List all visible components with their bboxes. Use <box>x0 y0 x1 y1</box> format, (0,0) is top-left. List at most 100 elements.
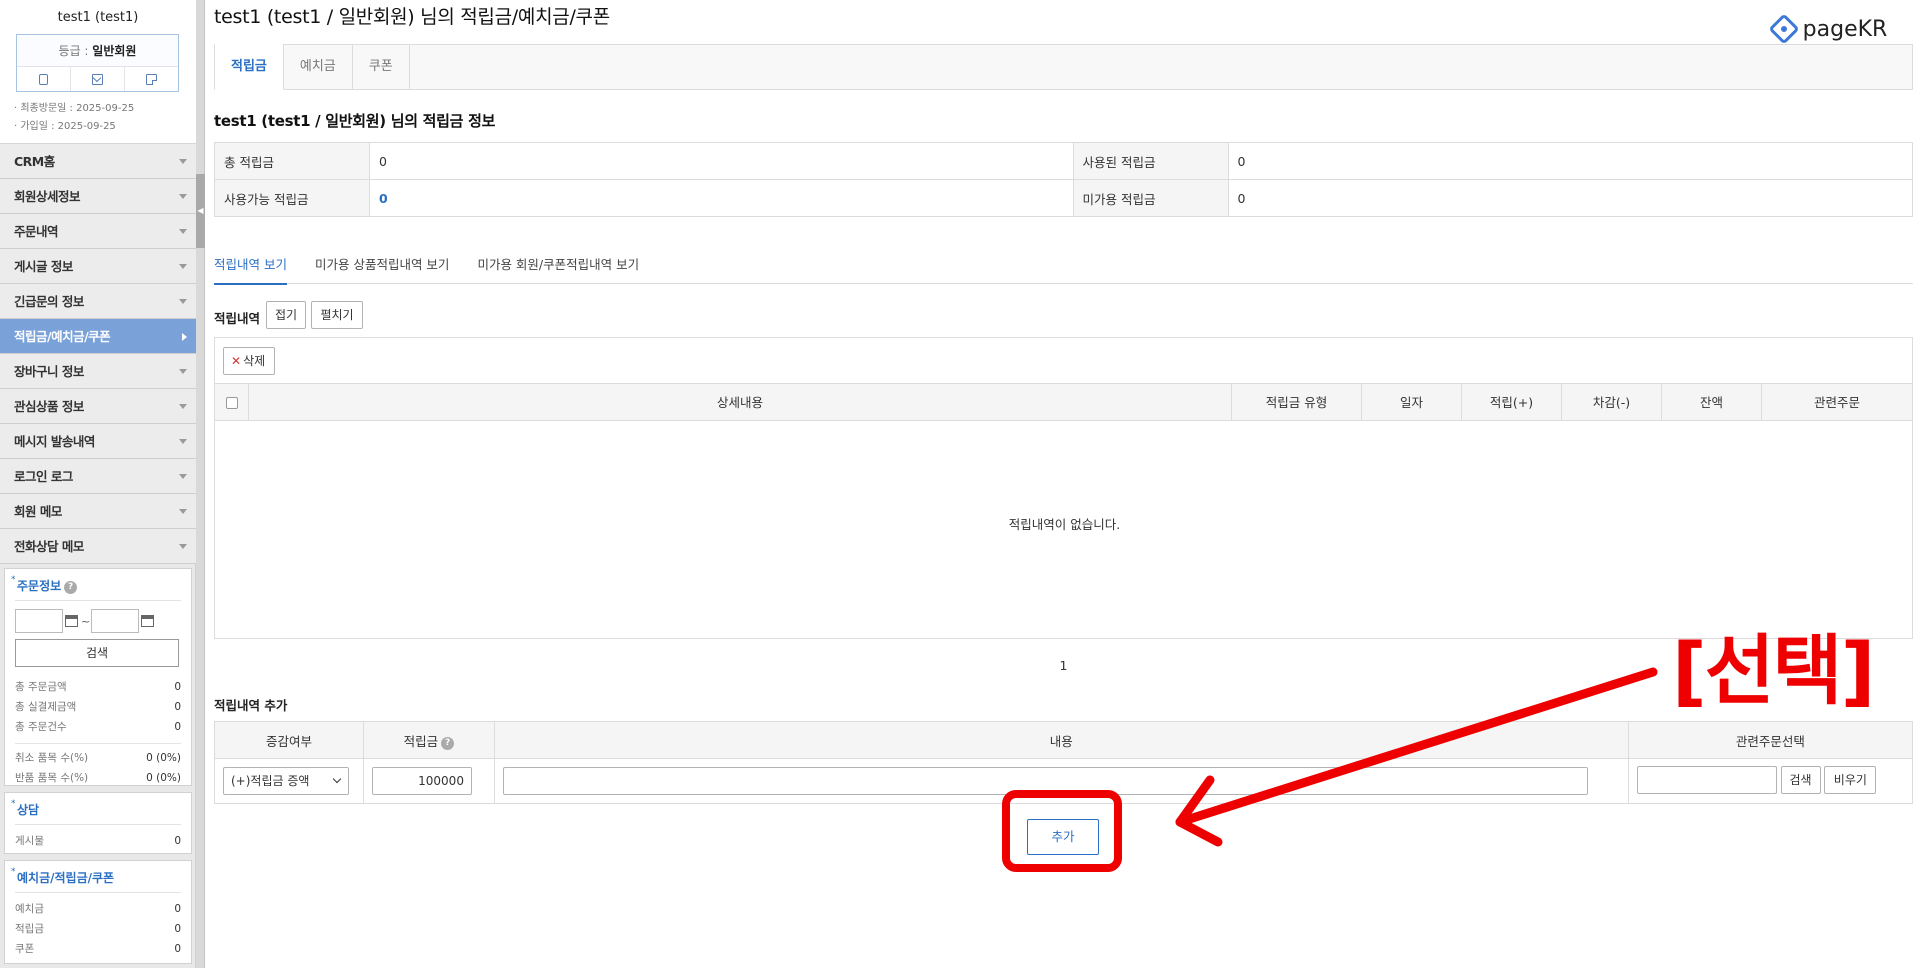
type-cell: (+)적립금 증액 <box>214 758 364 804</box>
tab-unavailable-member-coupon-points[interactable]: 미가용 회원/쿠폰적립내역 보기 <box>477 248 639 284</box>
menu-item-urgent-inquiry[interactable]: 긴급문의 정보 <box>0 284 196 319</box>
related-order-input[interactable] <box>1636 765 1777 794</box>
sms-button[interactable] <box>17 67 71 91</box>
column-header: 적립금? <box>362 721 495 759</box>
total-points-value: 0 <box>369 142 1074 180</box>
consult-panel: * 상담 게시물 0 <box>4 792 192 854</box>
stat-row: 예치금 0 <box>15 903 181 915</box>
table-row: 총 적립금 0 사용된 적립금 0 <box>214 142 1914 180</box>
table-header: 증감여부 적립금? 내용 관련주문선택 <box>214 721 1914 759</box>
expand-button[interactable]: 펼치기 <box>311 301 363 329</box>
add-history-title: 적립내역 추가 <box>214 698 288 713</box>
join-date: · 가입일 : 2025-09-25 <box>14 121 116 132</box>
contact-icons <box>17 67 178 91</box>
stat-row: 반품 품목 수(%) 0 (0%) <box>15 772 181 784</box>
order-info-panel: * 주문정보? ~ 검색 총 주문금액 0 총 실결제금액 0 총 주문건수 0 취소 … <box>4 568 192 786</box>
points-summary-table: 총 적립금 0 사용된 적립금 0 사용가능 적립금 0 미가용 적립금 0 <box>214 142 1914 217</box>
menu-item-points[interactable]: 적립금/예치금/쿠폰 <box>0 319 196 354</box>
top-tabs: 적립금 예치금 쿠폰 <box>214 44 1913 90</box>
empty-message: 적립내역이 없습니다. <box>1008 517 1121 532</box>
menu-item-label: 적립금/예치금/쿠폰 <box>14 329 111 344</box>
menu-item-posts[interactable]: 게시글 정보 <box>0 249 196 284</box>
increase-decrease-select[interactable]: (+)적립금 증액 <box>223 767 349 795</box>
tab-points[interactable]: 적립금 <box>214 44 284 90</box>
total-points-label: 총 적립금 <box>214 142 370 180</box>
menu-item-wishlist[interactable]: 관심상품 정보 <box>0 389 196 424</box>
menu-item-member-detail[interactable]: 회원상세정보 <box>0 179 196 214</box>
order-search-button[interactable]: 검색 <box>15 639 179 667</box>
help-icon[interactable]: ? <box>64 581 78 594</box>
last-visit-date: · 최종방문일 : 2025-09-25 <box>14 103 135 114</box>
menu-item-label: 관심상품 정보 <box>14 399 84 414</box>
panel-title: * 상담 <box>11 793 181 825</box>
chevron-down-icon <box>179 509 187 514</box>
stat-row: 게시물 0 <box>15 835 181 847</box>
page-number[interactable]: 1 <box>1060 658 1068 673</box>
column-header: 관련주문선택 <box>1627 721 1914 759</box>
calendar-icon[interactable] <box>141 615 155 627</box>
stat-row: 총 주문건수 0 <box>15 721 181 733</box>
related-order-search-button[interactable]: 검색 <box>1780 765 1821 794</box>
member-name: test1 (test1) <box>57 10 139 25</box>
menu-item-messages[interactable]: 메시지 발송내역 <box>0 424 196 459</box>
calendar-icon[interactable] <box>65 615 78 627</box>
stat-row: 총 주문금액 0 <box>15 681 181 693</box>
select-all-checkbox[interactable] <box>225 397 238 409</box>
member-grade: 등급 : 일반회원 <box>17 35 178 67</box>
menu-item-call-memo[interactable]: 전화상담 메모 <box>0 529 196 564</box>
help-icon[interactable]: ? <box>441 736 455 750</box>
collapse-button[interactable]: 접기 <box>266 301 306 329</box>
tab-points-history[interactable]: 적립내역 보기 <box>214 248 287 285</box>
history-title: 적립내역 <box>214 311 261 326</box>
chevron-down-icon <box>179 159 187 164</box>
unavailable-points-value: 0 <box>1227 179 1914 217</box>
highlight-box <box>1002 790 1122 872</box>
menu-item-member-memo[interactable]: 회원 메모 <box>0 494 196 529</box>
menu-item-label: 주문내역 <box>14 224 59 239</box>
phone-icon <box>39 73 48 85</box>
tab-coupon[interactable]: 쿠폰 <box>353 45 410 89</box>
chevron-left-icon: ◀ <box>197 206 204 215</box>
tab-deposit[interactable]: 예치금 <box>284 45 353 89</box>
points-amount-input[interactable]: 100000 <box>371 767 472 795</box>
chevron-right-icon <box>182 333 187 341</box>
deposit-panel: * 예치금/적립금/쿠폰 예치금 0 적립금 0 쿠폰 0 <box>4 860 192 964</box>
close-icon: ✕ <box>231 354 242 368</box>
column-header: 증감여부 <box>214 721 364 759</box>
date-separator: ~ <box>81 614 91 628</box>
chevron-down-icon <box>179 369 187 374</box>
column-header: 일자 <box>1362 384 1462 420</box>
menu-item-orders[interactable]: 주문내역 <box>0 214 196 249</box>
menu-item-cart[interactable]: 장바구니 정보 <box>0 354 196 389</box>
points-info-title: test1 (test1 / 일반회원) 님의 적립금 정보 <box>214 112 496 130</box>
panel-title: * 예치금/적립금/쿠폰 <box>11 861 181 893</box>
memo-button[interactable] <box>125 67 178 91</box>
end-date-input[interactable] <box>91 609 140 633</box>
unavailable-points-label: 미가용 적립금 <box>1072 179 1229 217</box>
menu-item-label: 긴급문의 정보 <box>14 294 84 309</box>
tab-unavailable-product-points[interactable]: 미가용 상품적립내역 보기 <box>315 248 449 284</box>
chevron-down-icon <box>179 474 187 479</box>
order-date-range: ~ <box>15 609 181 633</box>
menu-item-label: 메시지 발송내역 <box>14 434 95 449</box>
menu-item-label: 장바구니 정보 <box>14 364 84 379</box>
sidebar-toggle-button[interactable]: ◀ <box>196 174 205 248</box>
menu-item-label: 게시글 정보 <box>14 259 73 274</box>
related-order-cell: 검색 비우기 <box>1627 758 1914 804</box>
chevron-down-icon <box>179 544 187 549</box>
delete-button[interactable]: ✕ 삭제 <box>223 347 275 375</box>
chevron-down-icon <box>179 404 187 409</box>
chevron-down-icon <box>332 774 342 784</box>
clear-button[interactable]: 비우기 <box>1824 765 1877 794</box>
email-button[interactable] <box>71 67 125 91</box>
points-history-list: ✕ 삭제 상세내용 적립금 유형 일자 적립(+) 차감(-) 잔액 관련주문 적… <box>214 337 1913 639</box>
history-sub-tabs: 적립내역 보기 미가용 상품적립내역 보기 미가용 회원/쿠폰적립내역 보기 <box>214 248 1913 285</box>
available-points-value[interactable]: 0 <box>369 179 1074 217</box>
pagekr-logo-icon <box>1768 13 1800 45</box>
start-date-input[interactable] <box>15 609 63 633</box>
menu-item-crm-home[interactable]: CRM홈 <box>0 144 196 179</box>
member-dates: · 최종방문일 : 2025-09-25 · 가입일 : 2025-09-25 <box>14 100 134 136</box>
column-header: 차감(-) <box>1562 384 1662 420</box>
amount-cell: 100000 <box>362 758 495 804</box>
menu-item-login-log[interactable]: 로그인 로그 <box>0 459 196 494</box>
